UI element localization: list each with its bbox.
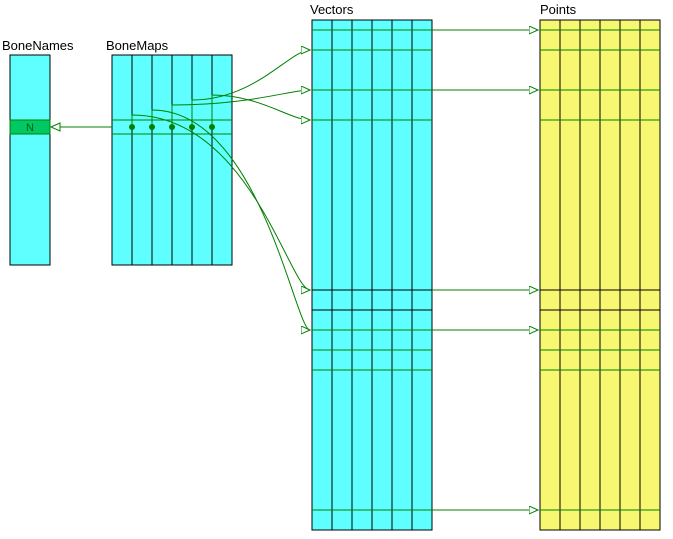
diagram-svg: BoneNames BoneMaps Vectors Points N [0, 0, 673, 539]
n-label: N [26, 122, 34, 134]
bonenames-box: BoneNames [2, 38, 74, 265]
points-box-label: Points [540, 2, 577, 17]
bonemaps-box: BoneMaps [106, 38, 232, 265]
bonenames-box-label: BoneNames [2, 38, 74, 53]
vectors-box: Vectors [310, 2, 432, 530]
vectors-box-label: Vectors [310, 2, 354, 17]
points-box: Points [540, 2, 660, 530]
bonemaps-box-label: BoneMaps [106, 38, 169, 53]
